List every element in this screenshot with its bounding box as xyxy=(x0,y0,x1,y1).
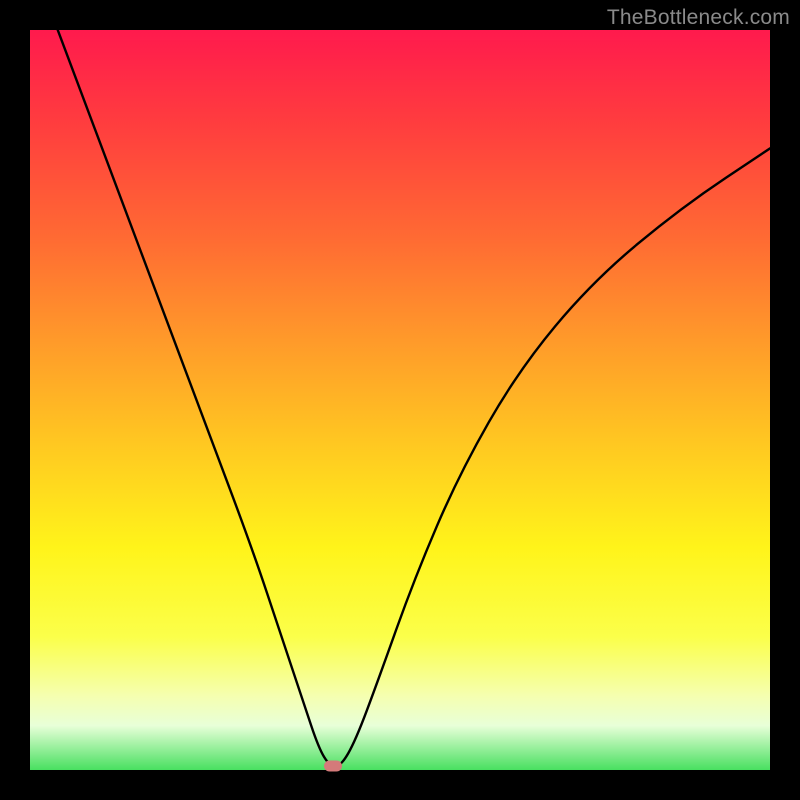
curve-svg xyxy=(30,30,770,770)
plot-area xyxy=(30,30,770,770)
watermark-text: TheBottleneck.com xyxy=(607,6,790,30)
chart-container: TheBottleneck.com xyxy=(0,0,800,800)
bottleneck-curve-path xyxy=(30,30,770,766)
minimum-marker xyxy=(324,761,342,772)
